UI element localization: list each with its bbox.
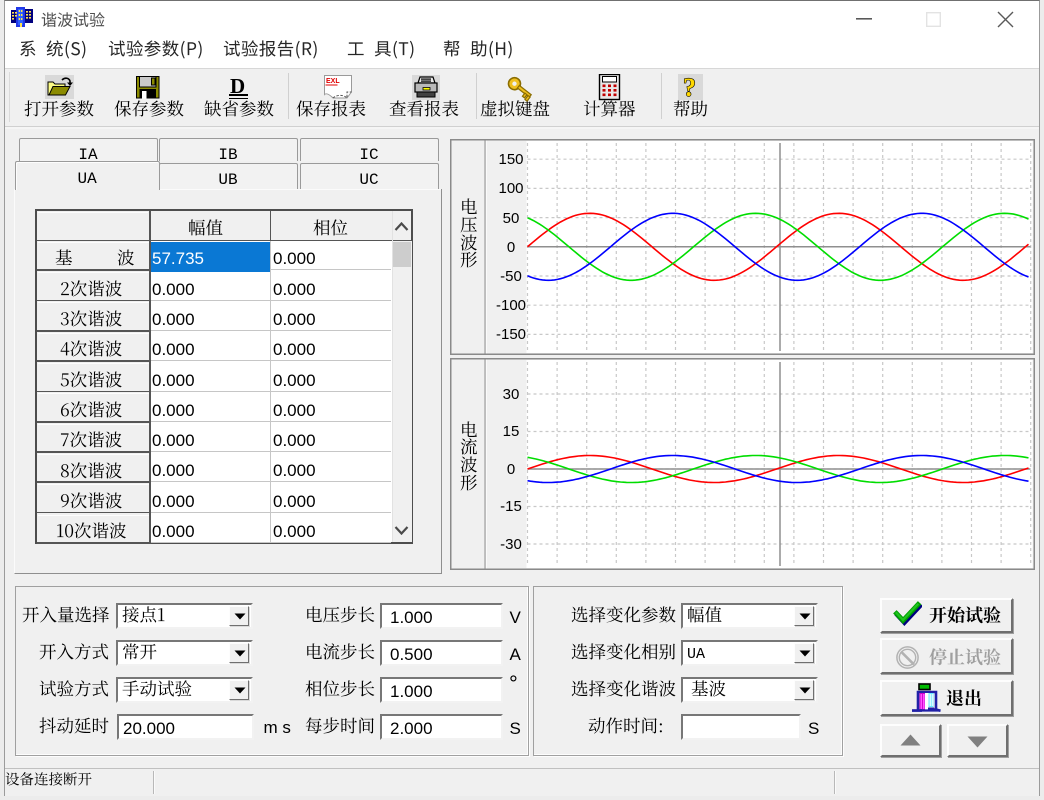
svg-text:?: ? xyxy=(683,74,696,101)
svg-text:EXL: EXL xyxy=(326,78,340,85)
